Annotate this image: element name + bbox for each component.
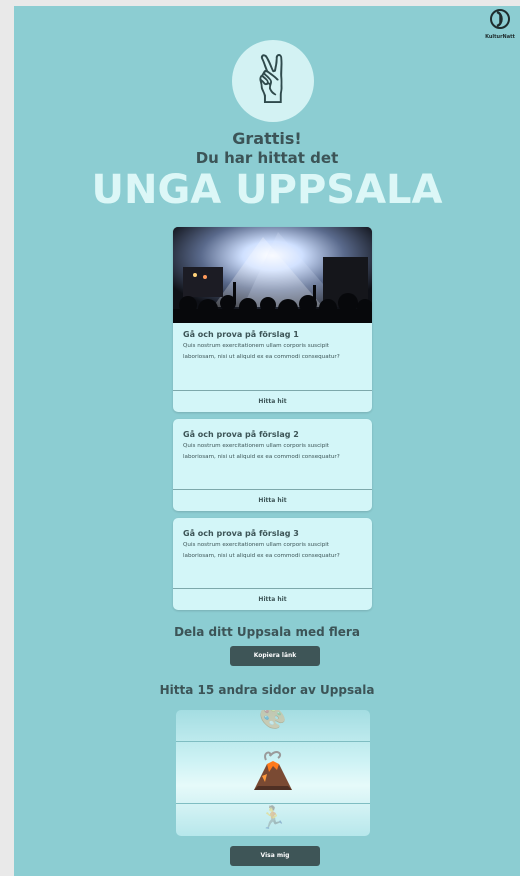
- card-text: Quis nostrum exercitationem ullam corpor…: [183, 542, 340, 559]
- card-title: Gå och prova på förslag 1: [183, 330, 299, 339]
- suggestion-card-2: Gå och prova på förslag 2 Quis nostrum e…: [173, 419, 372, 511]
- volcano-icon: [176, 746, 370, 800]
- find-here-link[interactable]: Hitta hit: [173, 489, 372, 511]
- show-me-button[interactable]: Visa mig: [230, 846, 320, 866]
- page-title: UNGA UPPSALA: [91, 167, 443, 213]
- page: KulturNatt ✌ Grattis! Du har hittat det …: [14, 6, 520, 876]
- card-title: Gå och prova på förslag 2: [183, 430, 299, 439]
- concert-crowd-illustration: [173, 227, 372, 323]
- concert-image: [173, 227, 372, 323]
- card-title: Gå och prova på förslag 3: [183, 529, 299, 538]
- pages-carousel[interactable]: 🎨 🏃: [176, 710, 370, 836]
- greeting: Grattis!: [232, 129, 302, 148]
- palette-icon: 🎨: [259, 710, 287, 731]
- card-text: Quis nostrum exercitationem ullam corpor…: [183, 343, 340, 360]
- kulturnatt-logo-icon: [490, 9, 510, 29]
- carousel-divider: [176, 741, 370, 742]
- carousel-divider: [176, 803, 370, 804]
- brand-logo[interactable]: KulturNatt: [482, 8, 518, 40]
- suggestion-card-3: Gå och prova på förslag 3 Quis nostrum e…: [173, 518, 372, 610]
- share-title: Dela ditt Uppsala med flera: [174, 625, 360, 639]
- find-here-link[interactable]: Hitta hit: [173, 390, 372, 412]
- suggestion-card-1: Gå och prova på förslag 1 Quis nostrum e…: [173, 227, 372, 412]
- victory-hand-icon: ✌: [245, 42, 301, 119]
- subtitle: Du har hittat det: [195, 149, 339, 167]
- card-text: Quis nostrum exercitationem ullam corpor…: [183, 443, 340, 460]
- discover-title: Hitta 15 andra sidor av Uppsala: [159, 683, 375, 697]
- hero-badge: ✌: [232, 40, 314, 122]
- copy-link-button[interactable]: Kopiera länk: [230, 646, 320, 666]
- brand-name: KulturNatt: [485, 34, 515, 40]
- person-icon: 🏃: [259, 806, 287, 831]
- find-here-link[interactable]: Hitta hit: [173, 588, 372, 610]
